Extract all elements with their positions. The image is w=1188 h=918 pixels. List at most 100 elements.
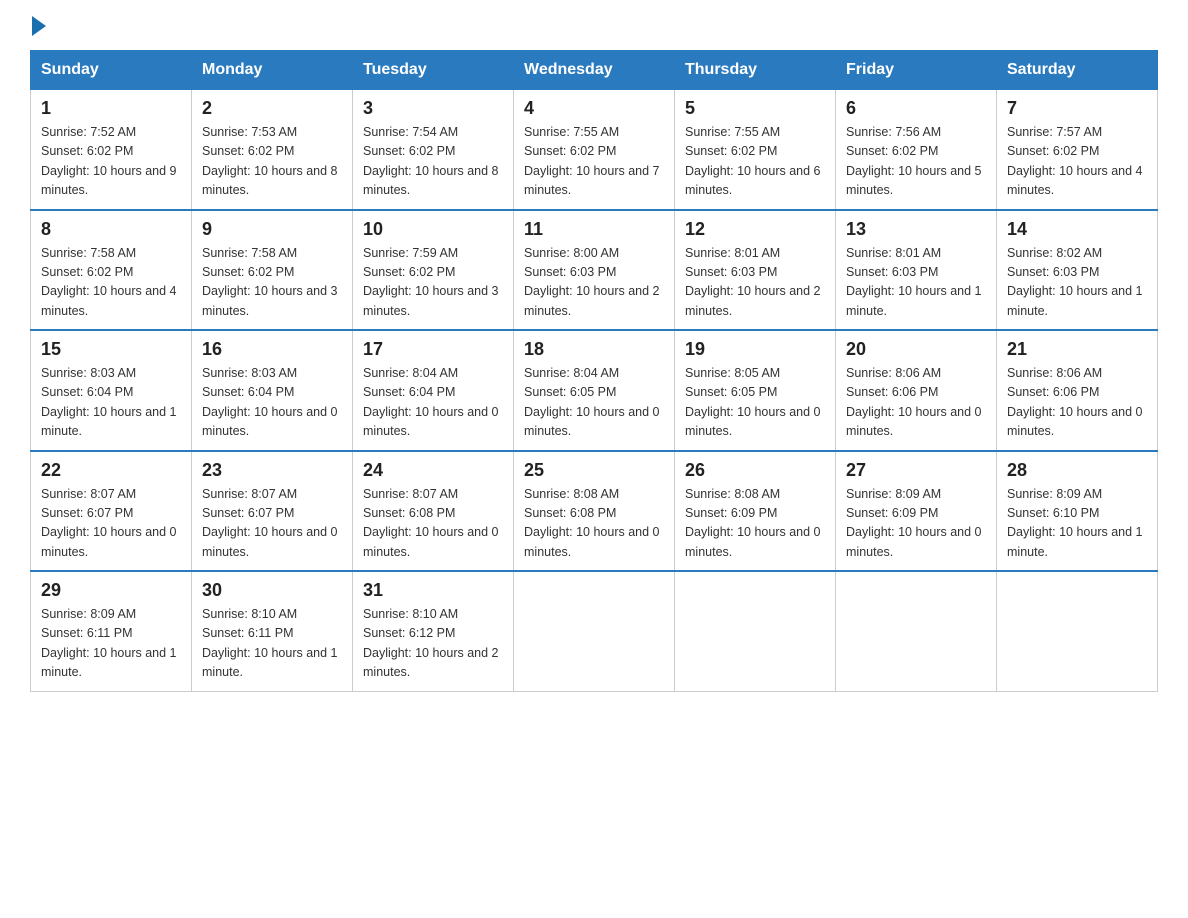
day-info: Sunrise: 8:08 AMSunset: 6:09 PMDaylight:… — [685, 485, 825, 563]
day-number: 1 — [41, 98, 181, 119]
header-monday: Monday — [192, 51, 353, 90]
day-number: 15 — [41, 339, 181, 360]
calendar-cell: 6 Sunrise: 7:56 AMSunset: 6:02 PMDaylight… — [836, 90, 997, 210]
day-number: 9 — [202, 219, 342, 240]
calendar-cell: 19 Sunrise: 8:05 AMSunset: 6:05 PMDayligh… — [675, 330, 836, 451]
day-info: Sunrise: 8:04 AMSunset: 6:04 PMDaylight:… — [363, 364, 503, 442]
calendar-cell: 23 Sunrise: 8:07 AMSunset: 6:07 PMDayligh… — [192, 451, 353, 572]
day-info: Sunrise: 8:04 AMSunset: 6:05 PMDaylight:… — [524, 364, 664, 442]
day-number: 22 — [41, 460, 181, 481]
day-info: Sunrise: 8:10 AMSunset: 6:12 PMDaylight:… — [363, 605, 503, 683]
calendar-cell: 20 Sunrise: 8:06 AMSunset: 6:06 PMDayligh… — [836, 330, 997, 451]
day-number: 8 — [41, 219, 181, 240]
day-info: Sunrise: 8:07 AMSunset: 6:08 PMDaylight:… — [363, 485, 503, 563]
day-info: Sunrise: 8:07 AMSunset: 6:07 PMDaylight:… — [202, 485, 342, 563]
calendar-cell: 13 Sunrise: 8:01 AMSunset: 6:03 PMDayligh… — [836, 210, 997, 331]
calendar-cell: 31 Sunrise: 8:10 AMSunset: 6:12 PMDayligh… — [353, 571, 514, 691]
calendar-cell: 27Sunrise: 8:09 AMSunset: 6:09 PMDayligh… — [836, 451, 997, 572]
calendar-cell — [675, 571, 836, 691]
day-number: 23 — [202, 460, 342, 481]
day-number: 5 — [685, 98, 825, 119]
calendar-cell — [997, 571, 1158, 691]
calendar-cell: 10 Sunrise: 7:59 AMSunset: 6:02 PMDayligh… — [353, 210, 514, 331]
calendar-cell: 11 Sunrise: 8:00 AMSunset: 6:03 PMDayligh… — [514, 210, 675, 331]
day-number: 6 — [846, 98, 986, 119]
day-info: Sunrise: 8:07 AMSunset: 6:07 PMDaylight:… — [41, 485, 181, 563]
day-info: Sunrise: 7:55 AMSunset: 6:02 PMDaylight:… — [524, 123, 664, 201]
calendar-cell: 30 Sunrise: 8:10 AMSunset: 6:11 PMDayligh… — [192, 571, 353, 691]
calendar-cell: 16 Sunrise: 8:03 AMSunset: 6:04 PMDayligh… — [192, 330, 353, 451]
header-saturday: Saturday — [997, 51, 1158, 90]
calendar-cell: 2Sunrise: 7:53 AMSunset: 6:02 PMDaylight… — [192, 90, 353, 210]
day-number: 24 — [363, 460, 503, 481]
day-number: 12 — [685, 219, 825, 240]
day-number: 10 — [363, 219, 503, 240]
day-info: Sunrise: 8:06 AMSunset: 6:06 PMDaylight:… — [1007, 364, 1147, 442]
calendar-cell: 18Sunrise: 8:04 AMSunset: 6:05 PMDayligh… — [514, 330, 675, 451]
header-sunday: Sunday — [31, 51, 192, 90]
day-info: Sunrise: 8:03 AMSunset: 6:04 PMDaylight:… — [202, 364, 342, 442]
calendar-cell: 25 Sunrise: 8:08 AMSunset: 6:08 PMDayligh… — [514, 451, 675, 572]
day-info: Sunrise: 8:05 AMSunset: 6:05 PMDaylight:… — [685, 364, 825, 442]
week-row-3: 15 Sunrise: 8:03 AMSunset: 6:04 PMDayligh… — [31, 330, 1158, 451]
calendar-cell — [836, 571, 997, 691]
day-number: 13 — [846, 219, 986, 240]
day-info: Sunrise: 8:01 AMSunset: 6:03 PMDaylight:… — [846, 244, 986, 322]
day-info: Sunrise: 7:59 AMSunset: 6:02 PMDaylight:… — [363, 244, 503, 322]
day-number: 30 — [202, 580, 342, 601]
day-number: 7 — [1007, 98, 1147, 119]
day-number: 21 — [1007, 339, 1147, 360]
day-info: Sunrise: 8:00 AMSunset: 6:03 PMDaylight:… — [524, 244, 664, 322]
day-info: Sunrise: 7:56 AMSunset: 6:02 PMDaylight:… — [846, 123, 986, 201]
week-row-5: 29 Sunrise: 8:09 AMSunset: 6:11 PMDayligh… — [31, 571, 1158, 691]
day-number: 26 — [685, 460, 825, 481]
calendar-cell: 26 Sunrise: 8:08 AMSunset: 6:09 PMDayligh… — [675, 451, 836, 572]
calendar-table: SundayMondayTuesdayWednesdayThursdayFrid… — [30, 50, 1158, 692]
day-number: 17 — [363, 339, 503, 360]
calendar-cell: 5 Sunrise: 7:55 AMSunset: 6:02 PMDaylight… — [675, 90, 836, 210]
day-info: Sunrise: 8:03 AMSunset: 6:04 PMDaylight:… — [41, 364, 181, 442]
day-info: Sunrise: 7:55 AMSunset: 6:02 PMDaylight:… — [685, 123, 825, 201]
calendar-cell: 24 Sunrise: 8:07 AMSunset: 6:08 PMDayligh… — [353, 451, 514, 572]
day-number: 20 — [846, 339, 986, 360]
day-number: 25 — [524, 460, 664, 481]
day-info: Sunrise: 7:57 AMSunset: 6:02 PMDaylight:… — [1007, 123, 1147, 201]
day-number: 28 — [1007, 460, 1147, 481]
day-number: 11 — [524, 219, 664, 240]
day-info: Sunrise: 8:02 AMSunset: 6:03 PMDaylight:… — [1007, 244, 1147, 322]
day-number: 2 — [202, 98, 342, 119]
day-info: Sunrise: 7:54 AMSunset: 6:02 PMDaylight:… — [363, 123, 503, 201]
day-info: Sunrise: 8:10 AMSunset: 6:11 PMDaylight:… — [202, 605, 342, 683]
day-info: Sunrise: 7:58 AMSunset: 6:02 PMDaylight:… — [202, 244, 342, 322]
calendar-cell — [514, 571, 675, 691]
day-number: 19 — [685, 339, 825, 360]
day-info: Sunrise: 8:06 AMSunset: 6:06 PMDaylight:… — [846, 364, 986, 442]
header-thursday: Thursday — [675, 51, 836, 90]
header-tuesday: Tuesday — [353, 51, 514, 90]
day-number: 16 — [202, 339, 342, 360]
day-number: 14 — [1007, 219, 1147, 240]
day-number: 29 — [41, 580, 181, 601]
week-row-2: 8 Sunrise: 7:58 AMSunset: 6:02 PMDaylight… — [31, 210, 1158, 331]
day-info: Sunrise: 8:01 AMSunset: 6:03 PMDaylight:… — [685, 244, 825, 322]
header-wednesday: Wednesday — [514, 51, 675, 90]
day-info: Sunrise: 8:08 AMSunset: 6:08 PMDaylight:… — [524, 485, 664, 563]
calendar-cell: 9 Sunrise: 7:58 AMSunset: 6:02 PMDaylight… — [192, 210, 353, 331]
week-row-1: 1 Sunrise: 7:52 AMSunset: 6:02 PMDaylight… — [31, 90, 1158, 210]
day-info: Sunrise: 7:58 AMSunset: 6:02 PMDaylight:… — [41, 244, 181, 322]
logo-triangle-icon — [32, 16, 46, 36]
days-header-row: SundayMondayTuesdayWednesdayThursdayFrid… — [31, 51, 1158, 90]
calendar-cell: 1 Sunrise: 7:52 AMSunset: 6:02 PMDaylight… — [31, 90, 192, 210]
calendar-cell: 29 Sunrise: 8:09 AMSunset: 6:11 PMDayligh… — [31, 571, 192, 691]
day-info: Sunrise: 7:52 AMSunset: 6:02 PMDaylight:… — [41, 123, 181, 201]
day-info: Sunrise: 8:09 AMSunset: 6:09 PMDaylight:… — [846, 485, 986, 563]
calendar-cell: 8 Sunrise: 7:58 AMSunset: 6:02 PMDaylight… — [31, 210, 192, 331]
week-row-4: 22 Sunrise: 8:07 AMSunset: 6:07 PMDayligh… — [31, 451, 1158, 572]
day-number: 4 — [524, 98, 664, 119]
calendar-cell: 3 Sunrise: 7:54 AMSunset: 6:02 PMDaylight… — [353, 90, 514, 210]
day-number: 3 — [363, 98, 503, 119]
day-info: Sunrise: 8:09 AMSunset: 6:11 PMDaylight:… — [41, 605, 181, 683]
calendar-cell: 12 Sunrise: 8:01 AMSunset: 6:03 PMDayligh… — [675, 210, 836, 331]
day-number: 31 — [363, 580, 503, 601]
calendar-cell: 4 Sunrise: 7:55 AMSunset: 6:02 PMDaylight… — [514, 90, 675, 210]
